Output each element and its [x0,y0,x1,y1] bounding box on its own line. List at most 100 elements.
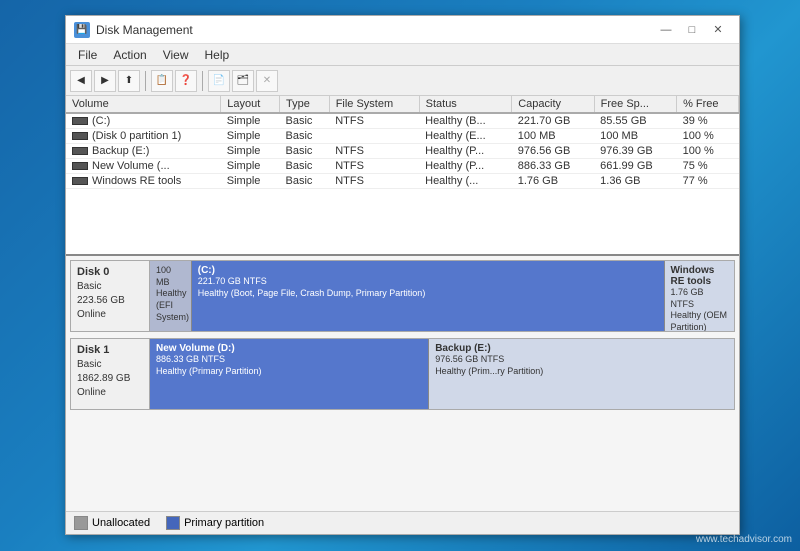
toolbar-up[interactable]: ⬆ [118,70,140,92]
disk0-c-name: (C:) [198,265,658,276]
disk1-e-partition[interactable]: Backup (E:) 976.56 GB NTFSHealthy (Prim.… [429,339,734,409]
disk1-partitions: New Volume (D:) 886.33 GB NTFSHealthy (P… [150,338,735,410]
col-freespace[interactable]: Free Sp... [594,96,676,113]
disk0-c-detail: 221.70 GB NTFSHealthy (Boot, Page File, … [198,276,658,299]
disk-management-window: 💾 Disk Management — □ ✕ File Action View… [65,15,740,535]
disk0-efi-partition[interactable]: 100 MBHealthy (EFI System) [150,261,192,331]
disk0-re-detail: 1.76 GB NTFSHealthy (OEM Partition) [671,287,728,331]
legend-primary: Primary partition [166,516,264,530]
table-cell: 100 % [677,144,739,159]
toolbar-help[interactable]: ❓ [175,70,197,92]
col-layout[interactable]: Layout [221,96,280,113]
disk1-d-name: New Volume (D:) [156,343,422,354]
disk1-d-partition[interactable]: New Volume (D:) 886.33 GB NTFSHealthy (P… [150,339,429,409]
toolbar-format[interactable]: 🗂 [232,70,254,92]
table-cell: Basic [280,174,330,189]
volume-table-area: Volume Layout Type File System Status Ca… [66,96,739,256]
table-cell [329,129,419,144]
disk0-row: Disk 0 Basic 223.56 GB Online 100 MBHeal… [70,260,735,332]
title-bar: 💾 Disk Management — □ ✕ [66,16,739,44]
toolbar-properties[interactable]: 📋 [151,70,173,92]
table-cell: 77 % [677,174,739,189]
table-cell: 661.99 GB [594,159,676,174]
table-cell: 1.36 GB [594,174,676,189]
table-cell: Basic [280,129,330,144]
menu-help[interactable]: Help [197,46,238,64]
col-volume[interactable]: Volume [66,96,221,113]
window-title: Disk Management [96,23,653,37]
disk1-e-detail: 976.56 GB NTFSHealthy (Prim...ry Partiti… [435,354,728,377]
col-type[interactable]: Type [280,96,330,113]
menu-view[interactable]: View [155,46,197,64]
table-cell: Healthy (B... [419,113,512,129]
disk0-efi-detail: 100 MBHealthy (EFI System) [156,265,185,323]
title-buttons: — □ ✕ [653,20,731,40]
toolbar-sep-2 [202,71,203,91]
maximize-button[interactable]: □ [679,20,705,40]
col-filesystem[interactable]: File System [329,96,419,113]
table-row[interactable]: Backup (E:)SimpleBasicNTFSHealthy (P...9… [66,144,739,159]
disk0-c-partition[interactable]: (C:) 221.70 GB NTFSHealthy (Boot, Page F… [192,261,665,331]
table-cell: 886.33 GB [512,159,594,174]
table-cell: 221.70 GB [512,113,594,129]
table-row[interactable]: New Volume (...SimpleBasicNTFSHealthy (P… [66,159,739,174]
table-cell: Simple [221,113,280,129]
legend-bar: Unallocated Primary partition [66,511,739,534]
table-cell: Healthy (P... [419,144,512,159]
table-cell: Backup (E:) [66,144,221,159]
table-cell: Simple [221,144,280,159]
close-button[interactable]: ✕ [705,20,731,40]
table-row[interactable]: (Disk 0 partition 1)SimpleBasic Healthy (… [66,129,739,144]
disk-visual-area: Disk 0 Basic 223.56 GB Online 100 MBHeal… [66,256,739,511]
toolbar-delete[interactable]: ✕ [256,70,278,92]
content-area: Volume Layout Type File System Status Ca… [66,96,739,534]
toolbar: ◀ ▶ ⬆ 📋 ❓ 📄 🗂 ✕ [66,66,739,96]
col-capacity[interactable]: Capacity [512,96,594,113]
table-cell: 39 % [677,113,739,129]
menu-action[interactable]: Action [105,46,154,64]
menu-bar: File Action View Help [66,44,739,66]
table-cell: (C:) [66,113,221,129]
table-cell: 100 MB [594,129,676,144]
legend-unallocated-box [74,516,88,530]
table-cell: 976.39 GB [594,144,676,159]
table-cell: New Volume (... [66,159,221,174]
minimize-button[interactable]: — [653,20,679,40]
table-cell: 100 MB [512,129,594,144]
col-status[interactable]: Status [419,96,512,113]
col-percentfree[interactable]: % Free [677,96,739,113]
menu-file[interactable]: File [70,46,105,64]
table-cell: Simple [221,129,280,144]
table-cell: 976.56 GB [512,144,594,159]
table-cell: Windows RE tools [66,174,221,189]
table-cell: NTFS [329,113,419,129]
toolbar-back[interactable]: ◀ [70,70,92,92]
toolbar-sep-1 [145,71,146,91]
table-cell: 85.55 GB [594,113,676,129]
table-cell: (Disk 0 partition 1) [66,129,221,144]
legend-primary-label: Primary partition [184,517,264,529]
table-row[interactable]: Windows RE toolsSimpleBasicNTFSHealthy (… [66,174,739,189]
watermark: www.techadvisor.com [696,534,792,545]
disk0-re-name: Windows RE tools [671,265,728,287]
disk1-label: Disk 1 Basic 1862.89 GB Online [70,338,150,410]
table-cell: 1.76 GB [512,174,594,189]
window-icon: 💾 [74,22,90,38]
toolbar-forward[interactable]: ▶ [94,70,116,92]
table-cell: 75 % [677,159,739,174]
disk0-label: Disk 0 Basic 223.56 GB Online [70,260,150,332]
volume-table: Volume Layout Type File System Status Ca… [66,96,739,189]
table-cell: Simple [221,159,280,174]
table-row[interactable]: (C:)SimpleBasicNTFSHealthy (B...221.70 G… [66,113,739,129]
table-cell: NTFS [329,174,419,189]
table-cell: NTFS [329,159,419,174]
disk1-e-name: Backup (E:) [435,343,728,354]
disk0-re-partition[interactable]: Windows RE tools 1.76 GB NTFSHealthy (OE… [665,261,734,331]
disk1-d-detail: 886.33 GB NTFSHealthy (Primary Partition… [156,354,422,377]
legend-unallocated: Unallocated [74,516,150,530]
toolbar-new[interactable]: 📄 [208,70,230,92]
table-cell: Healthy (E... [419,129,512,144]
table-cell: NTFS [329,144,419,159]
table-cell: Healthy (... [419,174,512,189]
table-cell: 100 % [677,129,739,144]
